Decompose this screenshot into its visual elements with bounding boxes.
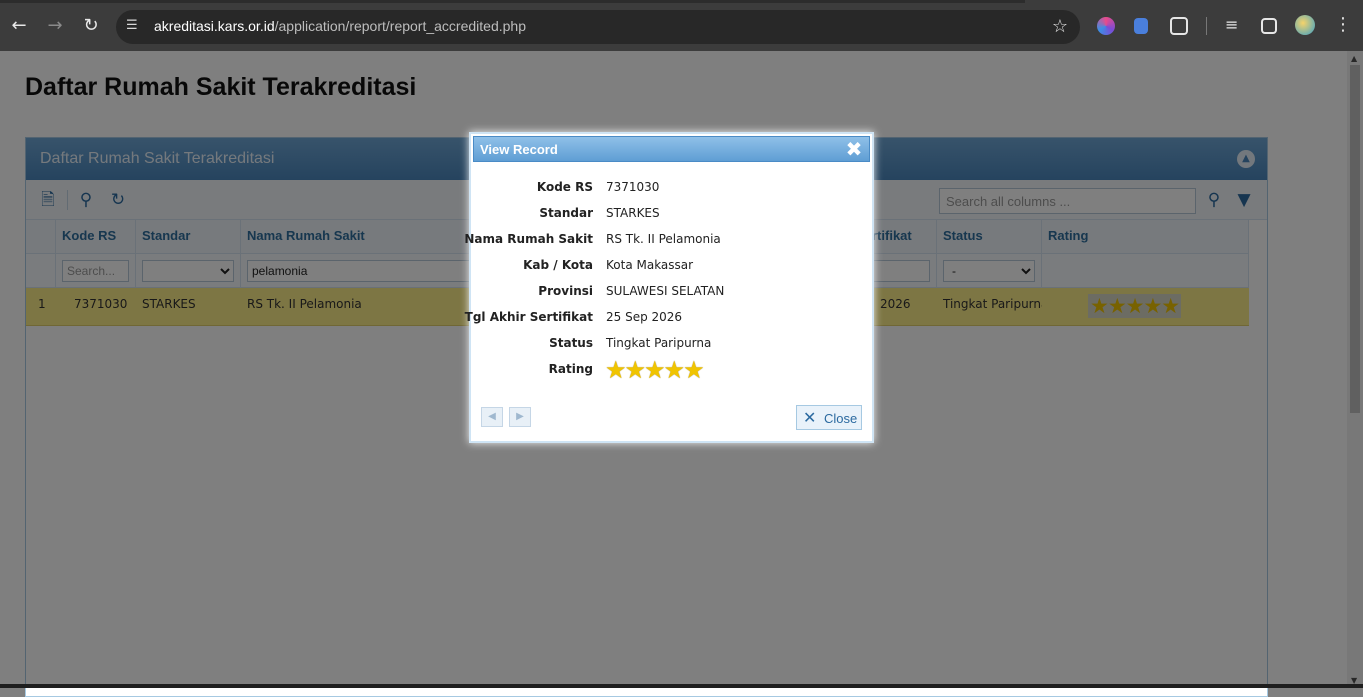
field-label: Nama Rumah Sakit — [464, 232, 593, 246]
dialog-title: View Record — [480, 142, 558, 157]
close-button[interactable]: ✕ Close — [796, 405, 862, 430]
field-kab-kota: Kab / Kota Kota Makassar — [471, 258, 871, 278]
field-label: Tgl Akhir Sertifikat — [464, 310, 593, 324]
close-icon[interactable]: ✖ — [845, 139, 863, 159]
forward-icon[interactable]: → — [43, 14, 67, 38]
bottom-edge — [0, 684, 1363, 688]
field-value: Tingkat Paripurna — [606, 336, 712, 350]
field-nama-rumah-sakit: Nama Rumah Sakit RS Tk. II Pelamonia — [464, 232, 871, 252]
close-x-icon: ✕ — [803, 408, 817, 427]
extension-icon[interactable] — [1097, 17, 1115, 35]
field-provinsi: Provinsi SULAWESI SELATAN — [471, 284, 871, 304]
reload-icon[interactable]: ↻ — [79, 14, 103, 38]
extensions-puzzle-icon[interactable] — [1170, 17, 1188, 35]
field-value: 25 Sep 2026 — [606, 310, 683, 324]
media-controls-icon[interactable]: ≡ — [1225, 15, 1245, 35]
url-text[interactable]: akreditasi.kars.or.id/application/report… — [154, 18, 526, 34]
field-tgl-akhir-sertifikat: Tgl Akhir Sertifikat 25 Sep 2026 — [465, 310, 871, 330]
tab-strip — [0, 0, 1025, 3]
dialog-titlebar: View Record ✖ — [473, 136, 870, 162]
side-panel-icon[interactable] — [1261, 18, 1277, 34]
field-status: Status Tingkat Paripurna — [471, 336, 871, 356]
url-path: /application/report/report_accredited.ph… — [274, 18, 526, 34]
site-settings-icon[interactable]: ☰ — [126, 18, 142, 34]
field-value: Kota Makassar — [606, 258, 694, 272]
next-record-button[interactable]: ▶ — [509, 407, 531, 427]
address-bar[interactable]: ☰ akreditasi.kars.or.id/application/repo… — [116, 10, 1080, 44]
field-value: STARKES — [606, 206, 660, 220]
browser-toolbar: ← → ↻ ☰ akreditasi.kars.or.id/applicatio… — [0, 0, 1363, 51]
field-label: Rating — [548, 362, 593, 376]
field-value: 7371030 — [606, 180, 660, 194]
field-kode-rs: Kode RS 7371030 — [471, 180, 871, 200]
profile-avatar[interactable] — [1295, 15, 1315, 35]
field-value: SULAWESI SELATAN — [606, 284, 725, 298]
prev-record-button[interactable]: ◀ — [481, 407, 503, 427]
back-icon[interactable]: ← — [7, 14, 31, 38]
toolbar-divider — [1206, 17, 1207, 35]
field-label: Provinsi — [538, 284, 593, 298]
docs-extension-icon[interactable] — [1134, 18, 1148, 34]
bookmark-star-icon[interactable]: ☆ — [1052, 16, 1068, 37]
rating-stars: ★★★★★ — [605, 356, 705, 384]
view-record-dialog: View Record ✖ Kode RS 7371030 Standar ST… — [464, 132, 874, 443]
browser-menu-icon[interactable]: ⋮ — [1334, 14, 1352, 35]
field-label: Standar — [539, 206, 593, 220]
close-button-label: Close — [824, 411, 858, 426]
field-value: RS Tk. II Pelamonia — [606, 232, 721, 246]
url-domain: akreditasi.kars.or.id — [154, 18, 275, 34]
field-standar: Standar STARKES — [471, 206, 871, 226]
field-label: Kab / Kota — [523, 258, 593, 272]
field-label: Kode RS — [536, 180, 593, 194]
field-label: Status — [549, 336, 593, 350]
